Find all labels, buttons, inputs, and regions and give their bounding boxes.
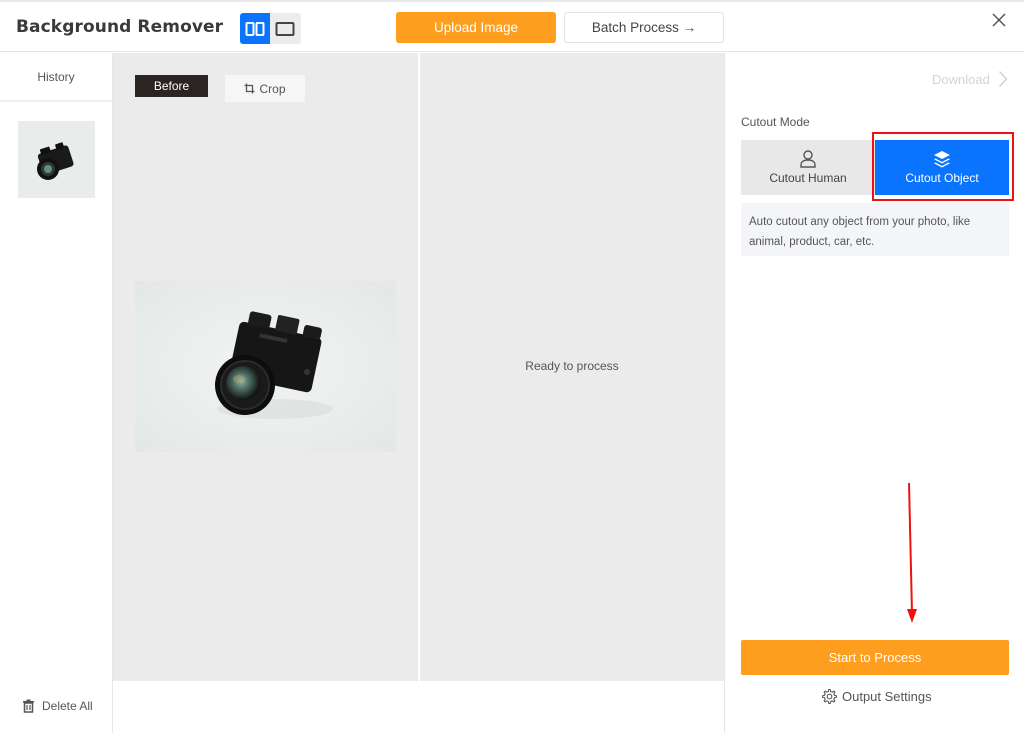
delete-all-button[interactable]: Delete All: [22, 699, 93, 713]
single-view-icon: [275, 21, 295, 36]
cutout-human-label: Cutout Human: [769, 171, 847, 185]
view-mode-toggle: [240, 13, 301, 44]
output-settings-button[interactable]: Output Settings: [821, 688, 932, 705]
header-bar: Background Remover Upload Image Batch Pr…: [0, 2, 1024, 52]
trash-icon: [23, 699, 34, 713]
split-view-icon: [245, 21, 265, 36]
result-status-text: Ready to process: [525, 359, 619, 373]
history-sidebar: History Delete All: [0, 53, 113, 733]
chevron-right-icon: [998, 70, 1008, 88]
cutout-object-button[interactable]: Cutout Object: [875, 140, 1009, 195]
gear-icon: [822, 688, 837, 705]
delete-all-label: Delete All: [42, 699, 93, 713]
batch-process-button[interactable]: Batch Process →: [564, 12, 724, 43]
app-title: Background Remover: [16, 17, 224, 37]
output-settings-label: Output Settings: [842, 689, 932, 704]
history-title: History: [0, 53, 112, 102]
annotation-arrow: [907, 482, 917, 623]
cutout-mode-selector: Cutout Human Cutout Object: [741, 140, 1009, 195]
before-label: Before: [135, 75, 208, 97]
close-button[interactable]: [990, 11, 1008, 29]
person-icon: [800, 150, 816, 168]
crop-icon: [244, 83, 255, 94]
split-view-button[interactable]: [240, 13, 270, 44]
settings-panel: Download Cutout Mode Cutout Human Cutout…: [724, 53, 1024, 733]
download-button[interactable]: Download: [932, 70, 1008, 88]
camera-thumbnail-image: [18, 121, 95, 198]
upload-image-button[interactable]: Upload Image: [396, 12, 556, 43]
camera-photo: [135, 281, 396, 452]
start-process-button[interactable]: Start to Process: [741, 640, 1009, 675]
crop-label: Crop: [259, 81, 286, 96]
layers-icon: [934, 151, 950, 168]
cutout-human-button[interactable]: Cutout Human: [741, 140, 875, 195]
mode-description: Auto cutout any object from your photo, …: [741, 203, 1009, 256]
close-icon: [992, 13, 1006, 27]
source-image: [135, 281, 396, 452]
cutout-object-label: Cutout Object: [905, 171, 979, 185]
single-view-button[interactable]: [270, 13, 300, 44]
download-label: Download: [932, 71, 990, 87]
cutout-mode-label: Cutout Mode: [741, 115, 810, 129]
preview-canvas: Before Crop Ready to process: [113, 53, 724, 681]
crop-button[interactable]: Crop: [225, 75, 305, 102]
canvas-footer: [113, 681, 724, 733]
history-item-thumbnail[interactable]: [18, 121, 95, 198]
